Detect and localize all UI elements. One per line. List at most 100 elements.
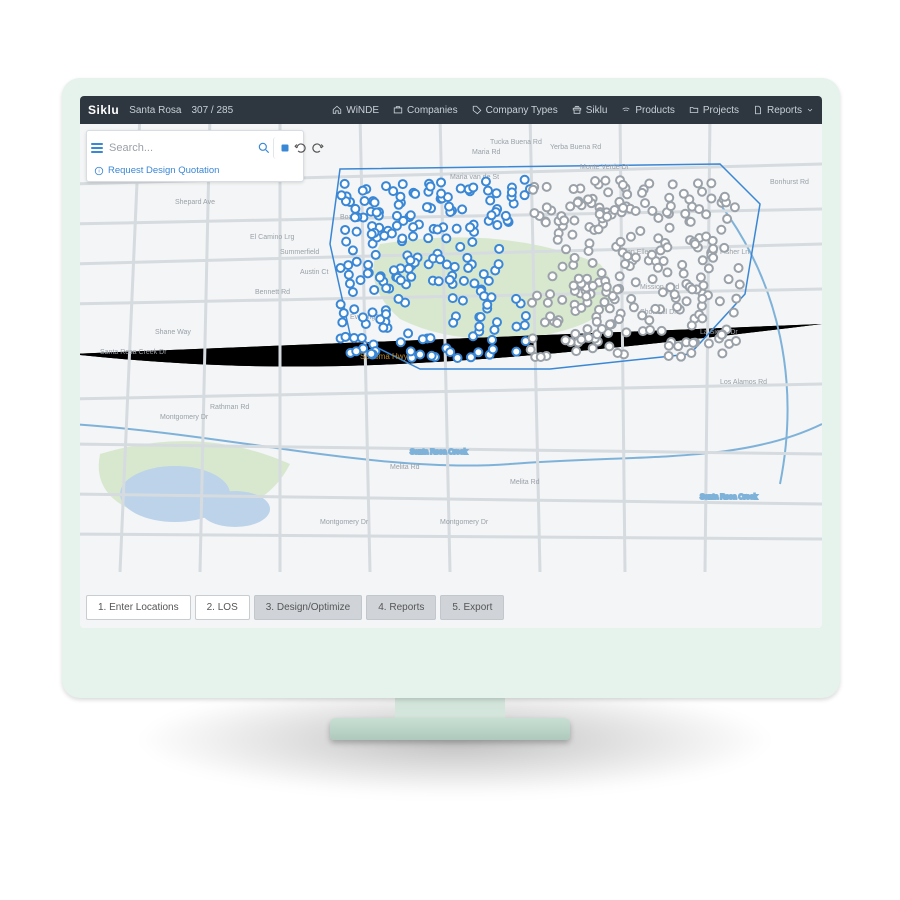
site-marker[interactable] [665,194,673,202]
site-marker[interactable] [709,245,717,253]
site-marker[interactable] [470,279,478,287]
site-marker[interactable] [468,238,476,246]
site-marker[interactable] [477,313,485,321]
site-marker[interactable] [698,295,706,303]
site-marker[interactable] [707,179,715,187]
site-marker[interactable] [721,193,729,201]
site-marker[interactable] [663,268,671,276]
site-marker[interactable] [464,264,472,272]
site-marker[interactable] [423,203,431,211]
site-marker[interactable] [717,226,725,234]
site-marker[interactable] [460,277,468,285]
site-marker[interactable] [736,281,744,289]
site-marker[interactable] [426,182,434,190]
site-marker[interactable] [619,181,627,189]
request-quotation-link[interactable]: i Request Design Quotation [91,161,299,177]
site-marker[interactable] [582,292,590,300]
breadcrumb-project[interactable]: Santa Rosa [129,105,181,116]
site-marker[interactable] [382,284,390,292]
site-marker[interactable] [341,333,349,341]
site-marker[interactable] [389,187,397,195]
site-marker[interactable] [654,234,662,242]
site-marker[interactable] [522,312,530,320]
site-marker[interactable] [485,277,493,285]
site-marker[interactable] [651,305,659,313]
site-marker[interactable] [370,286,378,294]
site-marker[interactable] [688,285,696,293]
site-marker[interactable] [732,337,740,345]
site-marker[interactable] [615,315,623,323]
site-marker[interactable] [484,187,492,195]
site-marker[interactable] [428,352,436,360]
site-marker[interactable] [709,254,717,262]
site-marker[interactable] [659,288,667,296]
site-marker[interactable] [720,244,728,252]
site-marker[interactable] [512,295,520,303]
site-marker[interactable] [613,285,621,293]
site-marker[interactable] [406,256,414,264]
site-marker[interactable] [513,323,521,331]
site-marker[interactable] [648,207,656,215]
site-marker[interactable] [446,348,454,356]
site-marker[interactable] [542,218,550,226]
site-marker[interactable] [488,211,496,219]
site-marker[interactable] [474,348,482,356]
site-marker[interactable] [619,204,627,212]
site-marker[interactable] [623,190,631,198]
site-marker[interactable] [622,328,630,336]
site-marker[interactable] [598,269,606,277]
site-marker[interactable] [627,295,635,303]
site-marker[interactable] [390,266,398,274]
site-marker[interactable] [364,261,372,269]
site-marker[interactable] [681,210,689,218]
site-marker[interactable] [367,350,375,358]
site-marker[interactable] [533,292,541,300]
step--export[interactable]: 5. Export [440,595,504,620]
site-marker[interactable] [632,253,640,261]
site-marker[interactable] [349,246,357,254]
site-marker[interactable] [419,335,427,343]
site-marker[interactable] [508,188,516,196]
site-marker[interactable] [546,290,554,298]
nav-reports[interactable]: Reports [753,105,814,116]
site-marker[interactable] [577,335,585,343]
site-marker[interactable] [371,198,379,206]
site-marker[interactable] [671,290,679,298]
search-input[interactable] [105,142,255,154]
site-marker[interactable] [698,188,706,196]
site-marker[interactable] [529,334,537,342]
site-marker[interactable] [735,264,743,272]
site-marker[interactable] [411,190,419,198]
site-marker[interactable] [416,351,424,359]
site-marker[interactable] [658,327,666,335]
site-marker[interactable] [691,240,699,248]
site-marker[interactable] [338,318,346,326]
site-marker[interactable] [630,303,638,311]
site-marker[interactable] [442,234,450,242]
site-marker[interactable] [529,186,537,194]
site-marker[interactable] [376,273,384,281]
site-marker[interactable] [449,319,457,327]
site-marker[interactable] [353,228,361,236]
site-marker[interactable] [606,304,614,312]
site-marker[interactable] [446,276,454,284]
site-marker[interactable] [665,352,673,360]
site-marker[interactable] [492,189,500,197]
site-marker[interactable] [575,275,583,283]
site-marker[interactable] [585,247,593,255]
site-marker[interactable] [705,340,713,348]
site-marker[interactable] [393,222,401,230]
site-marker[interactable] [488,336,496,344]
site-marker[interactable] [543,183,551,191]
site-marker[interactable] [424,234,432,242]
site-marker[interactable] [605,342,613,350]
site-marker[interactable] [606,320,614,328]
site-marker[interactable] [697,273,705,281]
site-marker[interactable] [399,180,407,188]
site-marker[interactable] [553,319,561,327]
site-marker[interactable] [364,269,372,277]
site-marker[interactable] [645,180,653,188]
site-marker[interactable] [373,208,381,216]
undo-icon[interactable] [294,137,308,159]
step--reports[interactable]: 4. Reports [366,595,436,620]
